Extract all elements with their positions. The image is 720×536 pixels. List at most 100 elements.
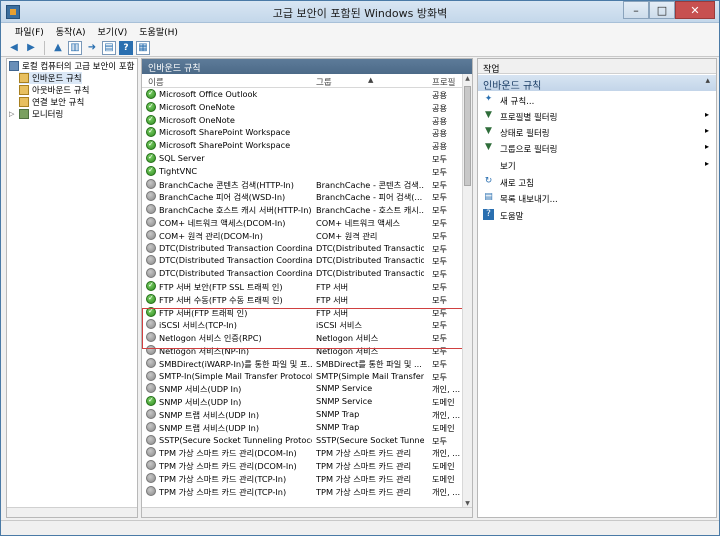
tree-root[interactable]: 로컬 컴퓨터의 고급 보안이 포함 — [9, 60, 134, 72]
rule-name: SNMP 서비스(UDP In) — [159, 384, 242, 395]
properties-icon[interactable]: ▤ — [102, 40, 116, 55]
filter-icon: ▼ — [485, 126, 492, 136]
column-name[interactable]: 이름 — [148, 76, 164, 88]
title-bar[interactable]: 고급 보안이 포함된 Windows 방화벽 – □ ✕ — [1, 1, 719, 23]
rule-profile: 공용 — [432, 115, 448, 126]
submenu-arrow-icon: ▸ — [704, 159, 709, 168]
minimize-button[interactable]: – — [623, 1, 649, 19]
forward-arrow-icon[interactable]: ▶ — [24, 41, 38, 55]
rule-disabled-icon — [146, 345, 156, 355]
rules-horizontal-scrollbar[interactable] — [142, 507, 472, 517]
rule-row[interactable]: COM+ 원격 관리(DCOM-In) COM+ 원격 관리 모두 — [142, 229, 464, 242]
rule-group: Netlogon 서비스 — [316, 333, 379, 344]
close-button[interactable]: ✕ — [675, 1, 715, 19]
action-label: 도움말 — [500, 212, 524, 222]
rule-profile: 모두 — [432, 282, 448, 292]
action-item[interactable]: ▤ 목록 내보내기... — [478, 191, 716, 205]
rule-profile: 모두 — [432, 307, 448, 318]
rule-row[interactable]: Netlogon 서비스 인증(RPC) Netlogon 서비스 모두 — [142, 331, 464, 344]
rule-row[interactable]: BranchCache 피어 검색(WSD-In) BranchCache - 피… — [142, 190, 464, 203]
rule-row[interactable]: ✓ SQL Server 모두 — [142, 152, 464, 165]
column-profile[interactable]: 프로필 — [432, 76, 455, 88]
rule-row[interactable]: ✓ Microsoft OneNote 공용 — [142, 101, 464, 114]
rule-row[interactable]: SMTP-In(Simple Mail Transfer Protocol) SM… — [142, 370, 464, 383]
rule-group: COM+ 네트워크 액세스 — [316, 218, 401, 228]
menu-action[interactable]: 동작(A) — [50, 23, 92, 39]
expand-arrow-icon[interactable]: ▷ — [9, 110, 17, 118]
rule-row[interactable]: ✓ FTP 서버(FTP 트래픽 인) FTP 서버 모두 — [142, 306, 464, 319]
rule-row[interactable]: BranchCache 호스트 캐시 서버(HTTP-In) BranchCach… — [142, 203, 464, 216]
tree-item-monitoring[interactable]: ▷ 모니터링 — [9, 108, 63, 120]
action-pane-icon[interactable]: ▦ — [136, 40, 150, 55]
rule-row[interactable]: SNMP 트랩 서비스(UDP In) SNMP Trap 개인, ... — [142, 408, 464, 421]
rule-name: SMTP-In(Simple Mail Transfer Protocol) — [159, 370, 312, 381]
rule-row[interactable]: Netlogon 서비스(NP-In) Netlogon 서비스 모두 — [142, 344, 464, 357]
scroll-up-icon[interactable]: ▲ — [463, 74, 472, 84]
rule-row[interactable]: ✓ Microsoft OneNote 공용 — [142, 114, 464, 127]
rule-group: DTC(Distributed Transaction... — [316, 242, 424, 253]
tree-item-inbound[interactable]: 인바운드 규칙 — [19, 72, 82, 84]
rule-row[interactable]: TPM 가상 스마트 카드 관리(TCP-In) TPM 가상 스마트 카드 관리… — [142, 485, 464, 498]
help-icon[interactable]: ? — [119, 40, 133, 55]
action-item[interactable]: ↻ 새로 고침 — [478, 175, 716, 189]
toolbar: ◀ ▶ ▲ ▥ ➜ ▤ ? ▦ — [1, 39, 719, 57]
rule-disabled-icon — [146, 204, 156, 215]
rule-group: SNMP Service — [316, 383, 373, 394]
action-item[interactable]: ? 도움말 — [478, 208, 716, 222]
rule-row[interactable]: TPM 가상 스마트 카드 관리(DCOM-In) TPM 가상 스마트 카드 관… — [142, 446, 464, 459]
checkmark-icon: ✓ — [148, 89, 154, 97]
rule-row[interactable]: DTC(Distributed Transaction Coordinato..… — [142, 267, 464, 280]
tree-item-connection-security[interactable]: 연결 보안 규칙 — [19, 96, 84, 108]
menu-help[interactable]: 도움말(H) — [133, 23, 184, 39]
tree-horizontal-scrollbar[interactable] — [7, 507, 137, 517]
rule-profile: 모두 — [432, 358, 448, 369]
rule-row[interactable]: ✓ FTP 서버 보안(FTP SSL 트래픽 인) FTP 서버 모두 — [142, 280, 464, 293]
menu-file[interactable]: 파일(F) — [9, 23, 50, 39]
actions-section-inbound[interactable]: 인바운드 규칙 — [478, 75, 716, 92]
rule-disabled-icon — [146, 485, 156, 496]
scroll-thumb[interactable] — [464, 86, 471, 186]
maximize-button[interactable]: □ — [649, 1, 675, 19]
rule-row[interactable]: ✓ Microsoft SharePoint Workspace 공용 — [142, 139, 464, 152]
rule-row[interactable]: iSCSI 서비스(TCP-In) iSCSI 서비스 모두 — [142, 318, 464, 331]
menu-view[interactable]: 보기(V) — [92, 23, 134, 39]
rule-name: Microsoft SharePoint Workspace — [159, 127, 291, 138]
rule-row[interactable]: BranchCache 콘텐츠 검색(HTTP-In) BranchCache -… — [142, 178, 464, 191]
rule-row[interactable]: TPM 가상 스마트 카드 관리(TCP-In) TPM 가상 스마트 카드 관리… — [142, 472, 464, 485]
rule-name: iSCSI 서비스(TCP-In) — [159, 320, 237, 331]
show-hide-tree-icon[interactable]: ▥ — [68, 40, 82, 55]
rule-row[interactable]: COM+ 네트워크 액세스(DCOM-In) COM+ 네트워크 액세스 모두 — [142, 216, 464, 229]
rule-row[interactable]: ✓ TightVNC 모두 — [142, 165, 464, 178]
rule-name: Microsoft Office Outlook — [159, 89, 258, 99]
action-item[interactable]: 보기 ▸ — [478, 158, 716, 172]
rule-row[interactable]: ✓ Microsoft SharePoint Workspace 공용 — [142, 126, 464, 139]
up-folder-icon[interactable]: ▲ — [51, 41, 65, 55]
export-list-icon[interactable]: ➜ — [85, 41, 99, 55]
rule-profile: 모두 — [432, 205, 448, 216]
rule-row[interactable]: SMBDirect(iWARP-In)를 통한 파일 및 프... SMBDire… — [142, 357, 464, 370]
rule-row[interactable]: SSTP(Secure Socket Tunneling Protocol)..… — [142, 434, 464, 447]
rule-name: DTC(Distributed Transaction Coordinato..… — [159, 242, 312, 253]
rule-name: SSTP(Secure Socket Tunneling Protocol)..… — [159, 434, 312, 445]
rule-row[interactable]: ✓ Microsoft Office Outlook 공용 — [142, 88, 464, 101]
action-item[interactable]: ▼ 프로필별 필터링 ▸ — [478, 109, 716, 123]
column-group[interactable]: 그룹 — [316, 76, 332, 88]
checkmark-icon: ✓ — [148, 165, 154, 174]
rule-row[interactable]: ✓ SNMP 서비스(UDP In) SNMP Service 도메인 — [142, 395, 464, 408]
rule-row[interactable]: ✓ FTP 서버 수동(FTP 수동 트래픽 인) FTP 서버 모두 — [142, 293, 464, 306]
rule-row[interactable]: DTC(Distributed Transaction Coordinato..… — [142, 254, 464, 267]
action-item[interactable]: ✦ 새 규칙... — [478, 93, 716, 107]
rule-profile: 모두 — [432, 243, 448, 254]
rule-row[interactable]: DTC(Distributed Transaction Coordinato..… — [142, 242, 464, 255]
back-arrow-icon[interactable]: ◀ — [7, 41, 21, 55]
action-item[interactable]: ▼ 상태로 필터링 ▸ — [478, 125, 716, 139]
tree-item-outbound[interactable]: 아웃바운드 규칙 — [19, 84, 89, 96]
toolbar-separator — [44, 40, 45, 55]
rule-profile: 모두 — [432, 154, 448, 164]
rule-group: SSTP(Secure Socket Tunnel... — [316, 434, 424, 445]
action-item[interactable]: ▼ 그룹으로 필터링 ▸ — [478, 141, 716, 155]
rule-row[interactable]: SNMP 트랩 서비스(UDP In) SNMP Trap 도메인 — [142, 421, 464, 434]
rules-vertical-scrollbar[interactable]: ▲ ▼ — [462, 74, 472, 509]
rule-row[interactable]: SNMP 서비스(UDP In) SNMP Service 개인, ... — [142, 382, 464, 395]
rule-row[interactable]: TPM 가상 스마트 카드 관리(DCOM-In) TPM 가상 스마트 카드 관… — [142, 459, 464, 472]
